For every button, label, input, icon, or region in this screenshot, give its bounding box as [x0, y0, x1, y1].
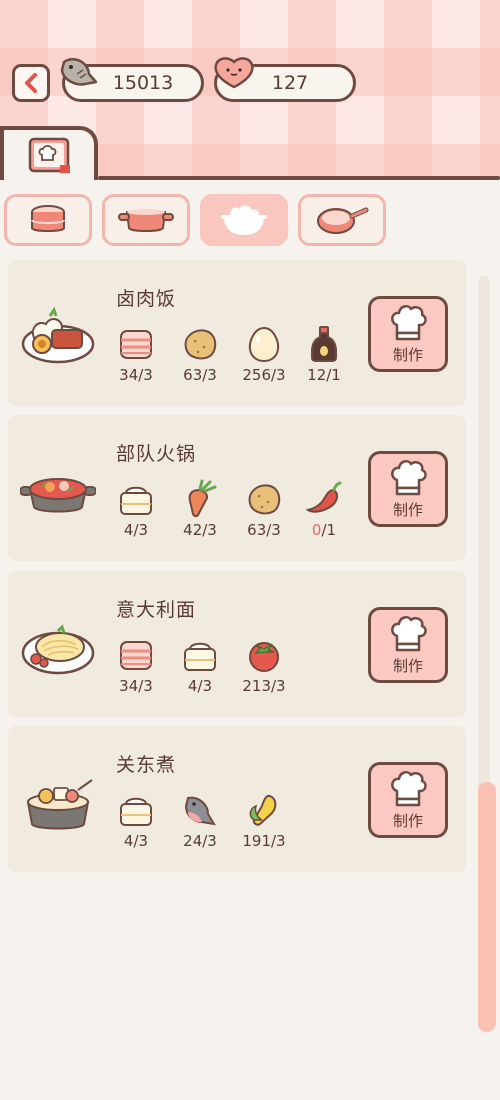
carrot-icon [180, 479, 220, 519]
recipe-card: 意大利面 34/3 4/3 213/3 制作 [8, 571, 466, 717]
recipe-name: 意大利面 [116, 599, 197, 621]
category-tab-bowl[interactable] [200, 194, 288, 246]
category-tab-pan[interactable] [298, 194, 386, 246]
ingredient: 4/3 [106, 479, 166, 539]
fish-icon [60, 57, 98, 86]
ingredient-count: 0/1 [294, 521, 354, 539]
heart-count: 127 [271, 72, 309, 94]
soy-sauce-icon [304, 324, 344, 364]
ingredient-count: 256/3 [242, 366, 286, 384]
category-tab-pot[interactable] [102, 194, 190, 246]
scrollbar-thumb[interactable] [478, 782, 496, 1032]
ingredient-count: 4/3 [187, 677, 213, 695]
ingredient: 213/3 [234, 635, 294, 695]
ingredient-count: 34/3 [119, 366, 153, 384]
ingredient: 42/3 [170, 479, 230, 539]
ingredient-count: 191/3 [242, 832, 286, 850]
ingredient: 0/1 [294, 479, 354, 539]
ingredient-count: 63/3 [183, 366, 217, 384]
ingredient: 191/3 [234, 790, 294, 850]
make-button-label: 制作 [392, 812, 423, 830]
ingredient: 63/3 [170, 324, 230, 384]
tomato-icon [244, 635, 284, 675]
chef-hat-icon [388, 769, 428, 809]
spaghetti-icon [21, 624, 95, 675]
ingredient-need-count: /1 [321, 521, 337, 539]
recipe-name: 关东煮 [116, 754, 177, 776]
rice-cake-icon [116, 790, 156, 830]
army-hotpot-icon [20, 478, 96, 513]
make-button[interactable]: 制作 [368, 762, 448, 838]
make-button[interactable]: 制作 [368, 296, 448, 372]
rice-cake-icon [116, 479, 156, 519]
chef-hat-icon [388, 458, 428, 498]
potato-icon [180, 324, 220, 364]
ingredient: 4/3 [170, 635, 230, 695]
rice-bowl-icon [221, 205, 267, 235]
ingredient-count: 42/3 [183, 521, 217, 539]
ingredient-count: 12/1 [307, 366, 341, 384]
rice-cake-icon [180, 635, 220, 675]
recipe-card: 卤肉饭 34/3 63/3 256/3 12/1 制作 [8, 260, 466, 406]
recipe-name: 卤肉饭 [116, 288, 177, 310]
ingredient-count: 213/3 [242, 677, 286, 695]
make-button-label: 制作 [392, 657, 423, 675]
make-button[interactable]: 制作 [368, 451, 448, 527]
ingredient-count: 4/3 [123, 832, 149, 850]
ingredient: 256/3 [234, 324, 294, 384]
fish-icon [180, 790, 220, 830]
recipe-book-tab[interactable] [0, 126, 98, 180]
braised-pork-rice-icon [21, 306, 95, 364]
ingredient-count: 63/3 [247, 521, 281, 539]
heart-icon [214, 57, 254, 89]
back-button[interactable] [12, 64, 50, 102]
chef-hat-icon [388, 614, 428, 654]
make-button[interactable]: 制作 [368, 607, 448, 683]
make-button-label: 制作 [392, 501, 423, 519]
ingredient-count: 34/3 [119, 677, 153, 695]
header-divider [98, 176, 500, 180]
make-button-label: 制作 [392, 346, 423, 364]
ingredient: 34/3 [106, 324, 166, 384]
pot-icon [118, 209, 174, 232]
ingredient: 34/3 [106, 635, 166, 695]
ingredient-count: 4/3 [123, 521, 149, 539]
frying-pan-icon [317, 207, 369, 234]
ingredient: 63/3 [234, 479, 294, 539]
recipe-book-icon [28, 137, 70, 173]
recipe-name: 部队火锅 [116, 443, 197, 465]
chevron-left-icon [25, 73, 37, 93]
chili-icon [304, 479, 344, 519]
oden-icon [26, 779, 93, 830]
corn-icon [244, 790, 284, 830]
potato-icon [244, 479, 284, 519]
recipe-card: 部队火锅 4/3 42/3 63/3 0/1 制作 [8, 415, 466, 561]
ingredient: 24/3 [170, 790, 230, 850]
sushi-roll-icon [31, 205, 65, 232]
egg-icon [244, 324, 284, 364]
ingredient: 4/3 [106, 790, 166, 850]
recipe-card: 关东煮 4/3 24/3 191/3 制作 [8, 726, 466, 872]
ingredient: 12/1 [294, 324, 354, 384]
chef-hat-icon [388, 303, 428, 343]
fish-count: 15013 [112, 72, 174, 94]
meat-slab-icon [116, 324, 156, 364]
ingredient-count: 24/3 [183, 832, 217, 850]
meat-slab-icon [116, 635, 156, 675]
category-tab-sushi[interactable] [4, 194, 92, 246]
